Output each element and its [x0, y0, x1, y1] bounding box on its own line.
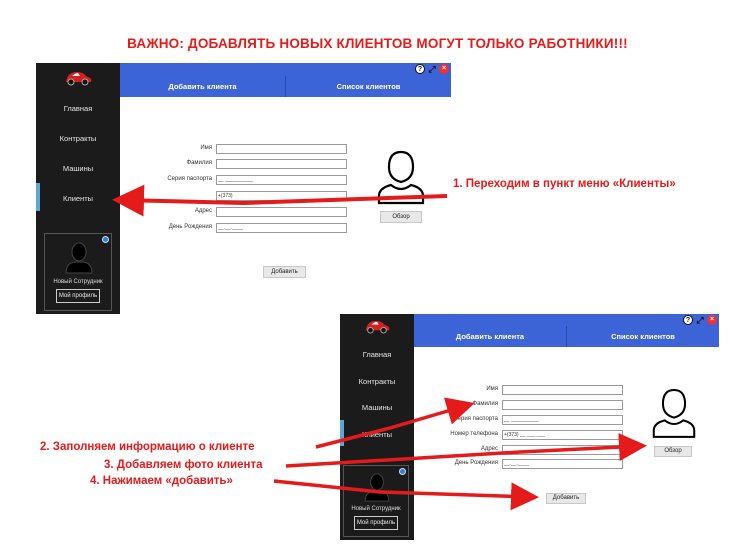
- arrow-step-2: [315, 397, 475, 449]
- annotation-step-2: 2. Заполняем информацию о клиенте: [40, 441, 255, 453]
- annotation-step-3: 3. Добавляем фото клиента: [104, 459, 263, 471]
- arrow-step-4: [273, 479, 539, 511]
- annotation-step-4: 4. Нажимаем «добавить»: [90, 475, 233, 487]
- annotation-step-1: 1. Переходим в пункт меню «Клиенты»: [453, 178, 676, 190]
- arrow-step-1: [112, 184, 448, 217]
- arrow-step-3: [285, 433, 647, 468]
